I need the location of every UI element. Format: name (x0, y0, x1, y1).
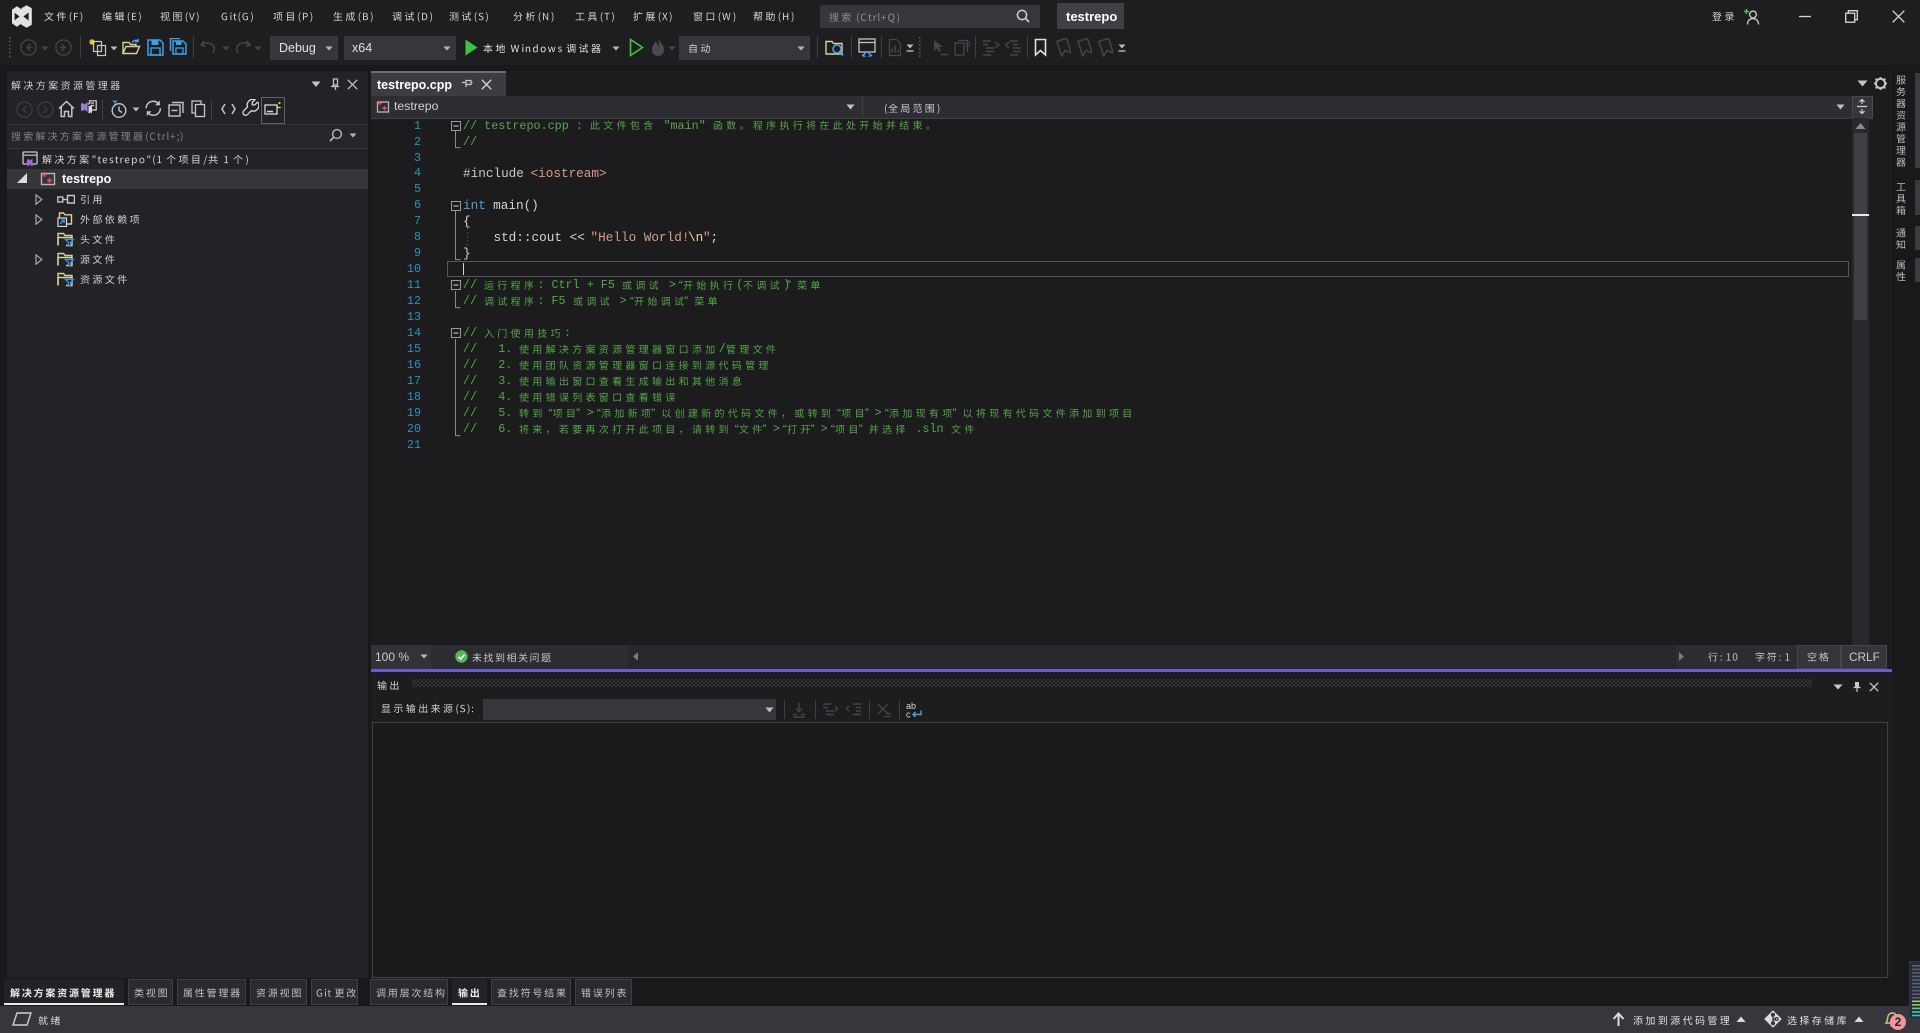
svg-text:c: c (906, 710, 911, 720)
